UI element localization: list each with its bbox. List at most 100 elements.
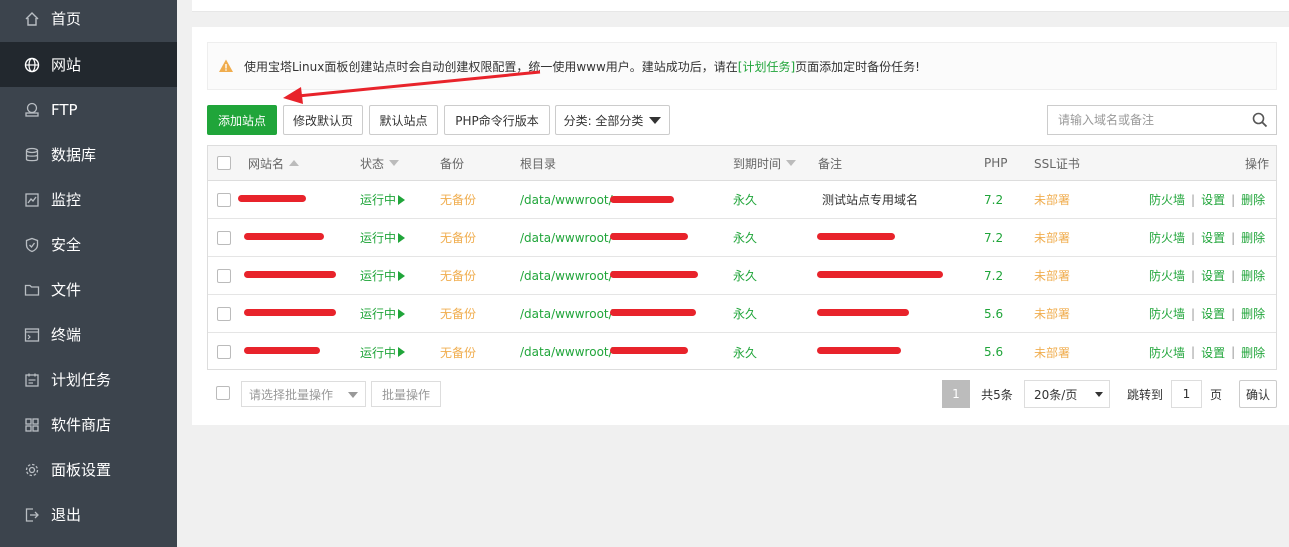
chevron-down-icon: [649, 116, 662, 124]
jump-label: 跳转到: [1126, 387, 1163, 402]
col-ssl-header: SSL证书: [1034, 156, 1080, 171]
root-path-link[interactable]: /data/wwwroot/: [520, 257, 613, 294]
sidebar-item-settings[interactable]: 面板设置: [0, 447, 177, 492]
settings-link[interactable]: 设置: [1201, 305, 1225, 322]
ssl-status[interactable]: 未部署: [1034, 181, 1070, 218]
delete-link[interactable]: 删除: [1241, 229, 1265, 246]
shield-icon: [24, 237, 40, 253]
batch-operation-select[interactable]: 请选择批量操作: [241, 381, 366, 407]
remark-value[interactable]: 测试站点专用域名: [822, 181, 918, 218]
ssl-status[interactable]: 未部署: [1034, 257, 1070, 294]
root-path-link[interactable]: /data/wwwroot/: [520, 181, 613, 218]
jump-page-input[interactable]: 1: [1171, 380, 1202, 408]
sidebar-item-home[interactable]: 首页: [0, 0, 177, 41]
edit-default-page-button[interactable]: 修改默认页: [283, 105, 363, 135]
ssl-status[interactable]: 未部署: [1034, 295, 1070, 332]
ssl-status[interactable]: 未部署: [1034, 333, 1070, 371]
sidebar-item-terminal[interactable]: 终端: [0, 312, 177, 357]
per-page-select[interactable]: 20条/页: [1024, 380, 1110, 408]
status-toggle[interactable]: 运行中: [360, 257, 406, 294]
expire-value[interactable]: 永久: [733, 257, 757, 294]
terminal-icon: [24, 327, 40, 343]
home-icon: [24, 11, 40, 27]
page-current[interactable]: 1: [942, 380, 970, 408]
default-site-button[interactable]: 默认站点: [369, 105, 438, 135]
firewall-link[interactable]: 防火墙: [1149, 344, 1185, 361]
redaction-mark: [244, 347, 320, 354]
sidebar-item-cron[interactable]: 计划任务: [0, 357, 177, 402]
redaction-mark: [610, 347, 688, 354]
sidebar-item-security[interactable]: 安全: [0, 222, 177, 267]
expire-value[interactable]: 永久: [733, 181, 757, 218]
settings-link[interactable]: 设置: [1201, 191, 1225, 208]
delete-link[interactable]: 删除: [1241, 305, 1265, 322]
col-name-header[interactable]: 网站名: [248, 146, 300, 180]
sidebar-item-database[interactable]: 数据库: [0, 132, 177, 177]
root-path-link[interactable]: /data/wwwroot/: [520, 295, 613, 332]
sidebar-item-website[interactable]: 网站: [0, 42, 177, 87]
root-path-link[interactable]: /data/wwwroot/: [520, 219, 613, 256]
sidebar-item-label: 软件商店: [51, 416, 112, 434]
category-select[interactable]: 分类: 全部分类: [555, 105, 670, 135]
redaction-mark: [817, 309, 909, 316]
col-expire-header[interactable]: 到期时间: [733, 146, 797, 180]
php-version[interactable]: 5.6: [984, 333, 1003, 371]
row-checkbox[interactable]: [217, 306, 231, 321]
status-toggle[interactable]: 运行中: [360, 333, 406, 371]
footer-select-all-checkbox[interactable]: [216, 386, 230, 400]
status-toggle[interactable]: 运行中: [360, 181, 406, 218]
row-checkbox[interactable]: [217, 192, 231, 207]
delete-link[interactable]: 删除: [1241, 344, 1265, 361]
backup-link[interactable]: 无备份: [440, 257, 476, 294]
firewall-link[interactable]: 防火墙: [1149, 267, 1185, 284]
search-input[interactable]: [1048, 106, 1243, 134]
calendar-icon: [24, 372, 40, 388]
play-icon: [398, 232, 406, 243]
batch-operation-button[interactable]: 批量操作: [371, 381, 441, 407]
cron-task-link[interactable]: [计划任务]: [738, 60, 795, 74]
php-version[interactable]: 7.2: [984, 257, 1003, 294]
expire-value[interactable]: 永久: [733, 219, 757, 256]
delete-link[interactable]: 删除: [1241, 267, 1265, 284]
root-path-link[interactable]: /data/wwwroot/: [520, 333, 613, 371]
sidebar-item-label: 数据库: [51, 146, 97, 164]
php-version[interactable]: 7.2: [984, 181, 1003, 218]
settings-link[interactable]: 设置: [1201, 229, 1225, 246]
search-icon[interactable]: [1252, 112, 1268, 128]
backup-link[interactable]: 无备份: [440, 219, 476, 256]
row-checkbox[interactable]: [217, 268, 231, 283]
status-toggle[interactable]: 运行中: [360, 295, 406, 332]
select-all-checkbox[interactable]: [217, 156, 231, 170]
redaction-mark: [817, 233, 895, 240]
php-version[interactable]: 5.6: [984, 295, 1003, 332]
backup-link[interactable]: 无备份: [440, 333, 476, 371]
sidebar-item-ftp[interactable]: FTP: [0, 87, 177, 132]
sidebar-item-label: 首页: [51, 10, 82, 28]
backup-link[interactable]: 无备份: [440, 295, 476, 332]
expire-value[interactable]: 永久: [733, 295, 757, 332]
add-site-button[interactable]: 添加站点: [207, 105, 277, 135]
sidebar-item-files[interactable]: 文件: [0, 267, 177, 312]
expire-value[interactable]: 永久: [733, 333, 757, 371]
delete-link[interactable]: 删除: [1241, 191, 1265, 208]
sidebar-item-logout[interactable]: 退出: [0, 492, 177, 537]
search-box[interactable]: [1047, 105, 1277, 135]
settings-link[interactable]: 设置: [1201, 344, 1225, 361]
backup-link[interactable]: 无备份: [440, 181, 476, 218]
firewall-link[interactable]: 防火墙: [1149, 305, 1185, 322]
sidebar-item-monitor[interactable]: 监控: [0, 177, 177, 222]
col-status-header[interactable]: 状态: [360, 146, 400, 180]
firewall-link[interactable]: 防火墙: [1149, 229, 1185, 246]
row-checkbox[interactable]: [217, 345, 231, 359]
top-card: [192, 0, 1289, 12]
row-checkbox[interactable]: [217, 230, 231, 245]
status-toggle[interactable]: 运行中: [360, 219, 406, 256]
php-version[interactable]: 7.2: [984, 219, 1003, 256]
table-row: 运行中 无备份 /data/wwwroot/ 永久 测试站点专用域名 7.2 未…: [208, 181, 1276, 219]
sidebar-item-store[interactable]: 软件商店: [0, 402, 177, 447]
confirm-jump-button[interactable]: 确认: [1239, 380, 1277, 408]
firewall-link[interactable]: 防火墙: [1149, 191, 1185, 208]
php-cli-version-button[interactable]: PHP命令行版本: [444, 105, 550, 135]
settings-link[interactable]: 设置: [1201, 267, 1225, 284]
ssl-status[interactable]: 未部署: [1034, 219, 1070, 256]
